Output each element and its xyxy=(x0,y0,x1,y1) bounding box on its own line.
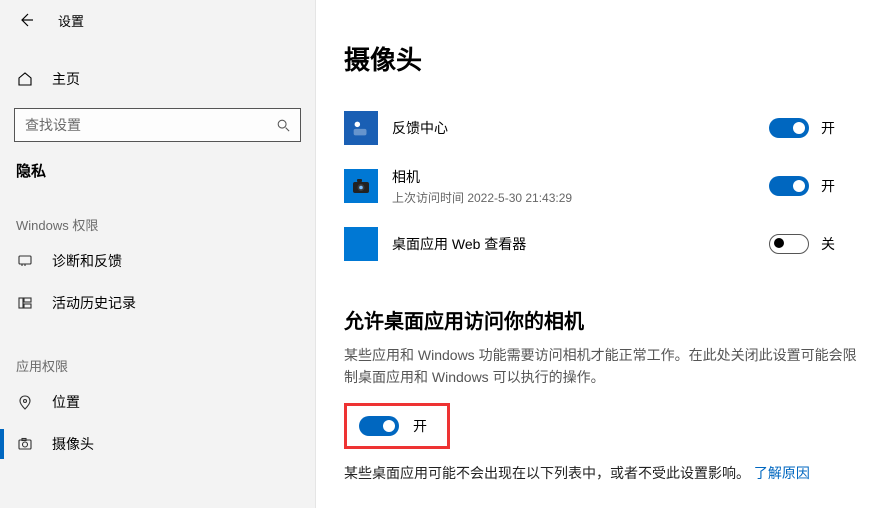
section-allow-desktop-apps-title: 允许桌面应用访问你的相机 xyxy=(344,305,859,334)
nav-camera-label: 摄像头 xyxy=(52,434,94,454)
search-icon xyxy=(276,118,290,132)
toggle-label: 开 xyxy=(821,118,835,138)
toggle-camera-app[interactable] xyxy=(769,176,809,196)
nav-location[interactable]: 位置 xyxy=(0,381,315,423)
toggle-allow-desktop-apps[interactable] xyxy=(359,416,399,436)
home-icon xyxy=(16,70,34,88)
app-icon-feedback-hub xyxy=(344,111,378,145)
app-name: 桌面应用 Web 查看器 xyxy=(392,234,755,254)
sidebar-group-windows-permissions: Windows 权限 xyxy=(0,183,315,240)
titlebar: 设置 xyxy=(0,0,315,40)
toggle-label: 关 xyxy=(821,234,835,254)
nav-home-label: 主页 xyxy=(52,69,80,89)
app-name: 反馈中心 xyxy=(392,118,755,138)
feedback-icon xyxy=(16,252,34,270)
app-row-feedback-hub: 反馈中心 开 xyxy=(344,99,859,157)
nav-location-label: 位置 xyxy=(52,392,80,412)
app-last-access: 上次访问时间 2022-5-30 21:43:29 xyxy=(392,189,755,206)
nav-camera[interactable]: 摄像头 xyxy=(0,423,315,465)
back-button[interactable] xyxy=(16,10,36,30)
search-placeholder: 查找设置 xyxy=(25,115,276,135)
nav-activity-label: 活动历史记录 xyxy=(52,293,136,313)
nav-home[interactable]: 主页 xyxy=(0,58,315,100)
sidebar-category: 隐私 xyxy=(0,142,315,183)
toggle-label: 开 xyxy=(821,176,835,196)
location-icon xyxy=(16,393,34,411)
learn-more-link[interactable]: 了解原因 xyxy=(754,465,810,481)
toggle-desktop-web-viewer[interactable] xyxy=(769,234,809,254)
app-name: 相机 xyxy=(392,167,755,187)
nav-diagnostics-label: 诊断和反馈 xyxy=(52,251,122,271)
window-title: 设置 xyxy=(58,11,84,30)
main-content: 摄像头 反馈中心 开 相机 上次访问时间 2022-5-30 21:43:29 xyxy=(316,0,883,508)
sidebar-group-app-permissions: 应用权限 xyxy=(0,324,315,381)
page-title: 摄像头 xyxy=(344,40,859,77)
search-input[interactable]: 查找设置 xyxy=(14,108,301,142)
app-icon-desktop-web-viewer xyxy=(344,227,378,261)
sidebar: 设置 主页 查找设置 隐私 Windows 权限 诊断和反馈 xyxy=(0,0,316,508)
note-text: 某些桌面应用可能不会出现在以下列表中，或者不受此设置影响。 xyxy=(344,465,754,481)
toggle-label: 开 xyxy=(413,416,427,436)
app-row-camera: 相机 上次访问时间 2022-5-30 21:43:29 开 xyxy=(344,157,859,215)
nav-activity-history[interactable]: 活动历史记录 xyxy=(0,282,315,324)
section-allow-desktop-apps-desc: 某些应用和 Windows 功能需要访问相机才能正常工作。在此处关闭此设置可能会… xyxy=(344,344,859,389)
nav-diagnostics[interactable]: 诊断和反馈 xyxy=(0,240,315,282)
highlighted-desktop-toggle: 开 xyxy=(344,403,450,449)
app-icon-camera xyxy=(344,169,378,203)
app-row-desktop-web-viewer: 桌面应用 Web 查看器 关 xyxy=(344,215,859,273)
history-icon xyxy=(16,294,34,312)
camera-icon xyxy=(16,435,34,453)
toggle-feedback-hub[interactable] xyxy=(769,118,809,138)
note-line: 某些桌面应用可能不会出现在以下列表中，或者不受此设置影响。 了解原因 xyxy=(344,463,859,483)
